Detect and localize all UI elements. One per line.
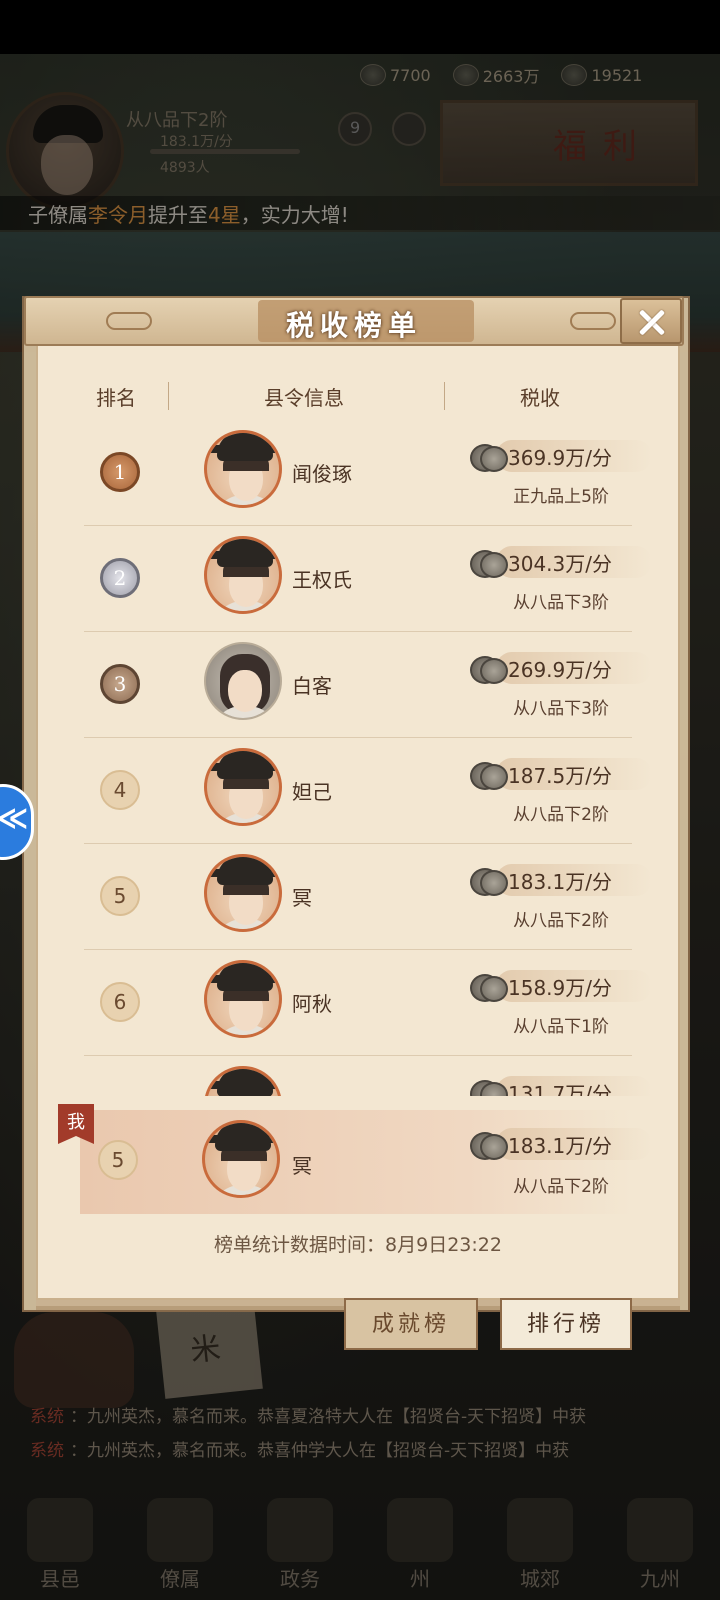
official-grade: 从八品下2阶 bbox=[513, 805, 609, 825]
gold-medal-icon: 1 bbox=[100, 452, 140, 492]
header-tax: 税收 bbox=[520, 386, 560, 410]
my-avatar[interactable] bbox=[202, 1120, 280, 1198]
tax-amount: 187.5万/分 bbox=[508, 764, 612, 788]
official-avatar[interactable] bbox=[204, 960, 282, 1038]
stats-timestamp: 榜单统计数据时间：8月9日23:22 bbox=[214, 1234, 502, 1256]
official-avatar[interactable] bbox=[204, 1066, 282, 1096]
ranking-row[interactable]: 6 阿秋 158.9万/分 从八品下1阶 bbox=[36, 950, 680, 1056]
header-divider bbox=[444, 382, 445, 410]
rank-number: 5 bbox=[100, 876, 140, 916]
rank-number: 5 bbox=[98, 1140, 138, 1180]
official-name: 王权氏 bbox=[292, 568, 352, 592]
ranking-row[interactable]: 2 王权氏 304.3万/分 从八品下3阶 bbox=[36, 526, 680, 632]
coins-icon bbox=[468, 760, 508, 790]
tax-amount: 304.3万/分 bbox=[508, 552, 612, 576]
my-ranking-row[interactable]: 5 冥 183.1万/分 从八品下2阶 bbox=[80, 1110, 652, 1214]
my-grade: 从八品下2阶 bbox=[513, 1177, 609, 1197]
tax-amount: 158.9万/分 bbox=[508, 976, 612, 1000]
table-header: 排名 县令信息 税收 bbox=[84, 380, 644, 412]
title-ornament-right bbox=[570, 312, 616, 330]
ranking-row[interactable]: 5 冥 183.1万/分 从八品下2阶 bbox=[36, 844, 680, 950]
coins-icon bbox=[468, 1130, 508, 1160]
official-avatar[interactable] bbox=[204, 536, 282, 614]
official-grade: 从八品下1阶 bbox=[513, 1017, 609, 1037]
header-divider bbox=[168, 382, 169, 410]
tax-value: 187.5万/分 bbox=[468, 758, 652, 792]
tax-value: 158.9万/分 bbox=[468, 970, 652, 1004]
coins-icon bbox=[468, 1078, 508, 1096]
official-name: 冥 bbox=[292, 886, 312, 910]
close-button[interactable] bbox=[620, 298, 682, 344]
ranking-row[interactable]: 4 妲己 187.5万/分 从八品下2阶 bbox=[36, 738, 680, 844]
tax-amount: 369.9万/分 bbox=[508, 446, 612, 470]
tab-ranking[interactable]: 排行榜 bbox=[500, 1298, 632, 1350]
bronze-medal-icon: 3 bbox=[100, 664, 140, 704]
coins-icon bbox=[468, 654, 508, 684]
official-avatar[interactable] bbox=[204, 748, 282, 826]
rank-number: 6 bbox=[100, 982, 140, 1022]
coins-icon bbox=[468, 972, 508, 1002]
rank-number: 4 bbox=[100, 770, 140, 810]
my-name: 冥 bbox=[292, 1154, 312, 1178]
tax-amount: 269.9万/分 bbox=[508, 658, 612, 682]
official-avatar[interactable] bbox=[204, 642, 282, 720]
official-grade: 正九品上5阶 bbox=[513, 487, 609, 507]
status-bar bbox=[0, 0, 720, 54]
header-rank: 排名 bbox=[96, 386, 136, 410]
official-name: 阿秋 bbox=[292, 992, 332, 1016]
silver-medal-icon: 2 bbox=[100, 558, 140, 598]
ranking-list[interactable]: 1 闻俊琢 369.9万/分 正九品上5阶 2 王权氏 304.3万/分 从八品… bbox=[36, 420, 680, 1096]
my-tax-value: 183.1万/分 bbox=[468, 1128, 652, 1162]
ranking-row[interactable]: 3 白客 269.9万/分 从八品下3阶 bbox=[36, 632, 680, 738]
tax-amount: 131.7万/分 bbox=[508, 1082, 612, 1096]
official-grade: 从八品下2阶 bbox=[513, 911, 609, 931]
ranking-row[interactable]: 131.7万/分 bbox=[36, 1056, 680, 1096]
tax-value: 369.9万/分 bbox=[468, 440, 652, 474]
coins-icon bbox=[468, 442, 508, 472]
coins-icon bbox=[468, 548, 508, 578]
official-name: 白客 bbox=[292, 674, 332, 698]
tab-achievement[interactable]: 成就榜 bbox=[344, 1298, 478, 1350]
tax-value: 131.7万/分 bbox=[468, 1076, 652, 1096]
header-info: 县令信息 bbox=[264, 386, 344, 410]
tax-value: 304.3万/分 bbox=[468, 546, 652, 580]
ranking-row[interactable]: 1 闻俊琢 369.9万/分 正九品上5阶 bbox=[36, 420, 680, 526]
official-avatar[interactable] bbox=[204, 430, 282, 508]
tax-value: 183.1万/分 bbox=[468, 864, 652, 898]
official-name: 妲己 bbox=[292, 780, 332, 804]
tax-amount: 183.1万/分 bbox=[508, 1134, 612, 1158]
official-grade: 从八品下3阶 bbox=[513, 593, 609, 613]
official-avatar[interactable] bbox=[204, 854, 282, 932]
coins-icon bbox=[468, 866, 508, 896]
official-grade: 从八品下3阶 bbox=[513, 699, 609, 719]
panel-title-bar: 税收榜单 bbox=[24, 296, 684, 346]
official-name: 闻俊琢 bbox=[292, 462, 352, 486]
tax-value: 269.9万/分 bbox=[468, 652, 652, 686]
tax-amount: 183.1万/分 bbox=[508, 870, 612, 894]
